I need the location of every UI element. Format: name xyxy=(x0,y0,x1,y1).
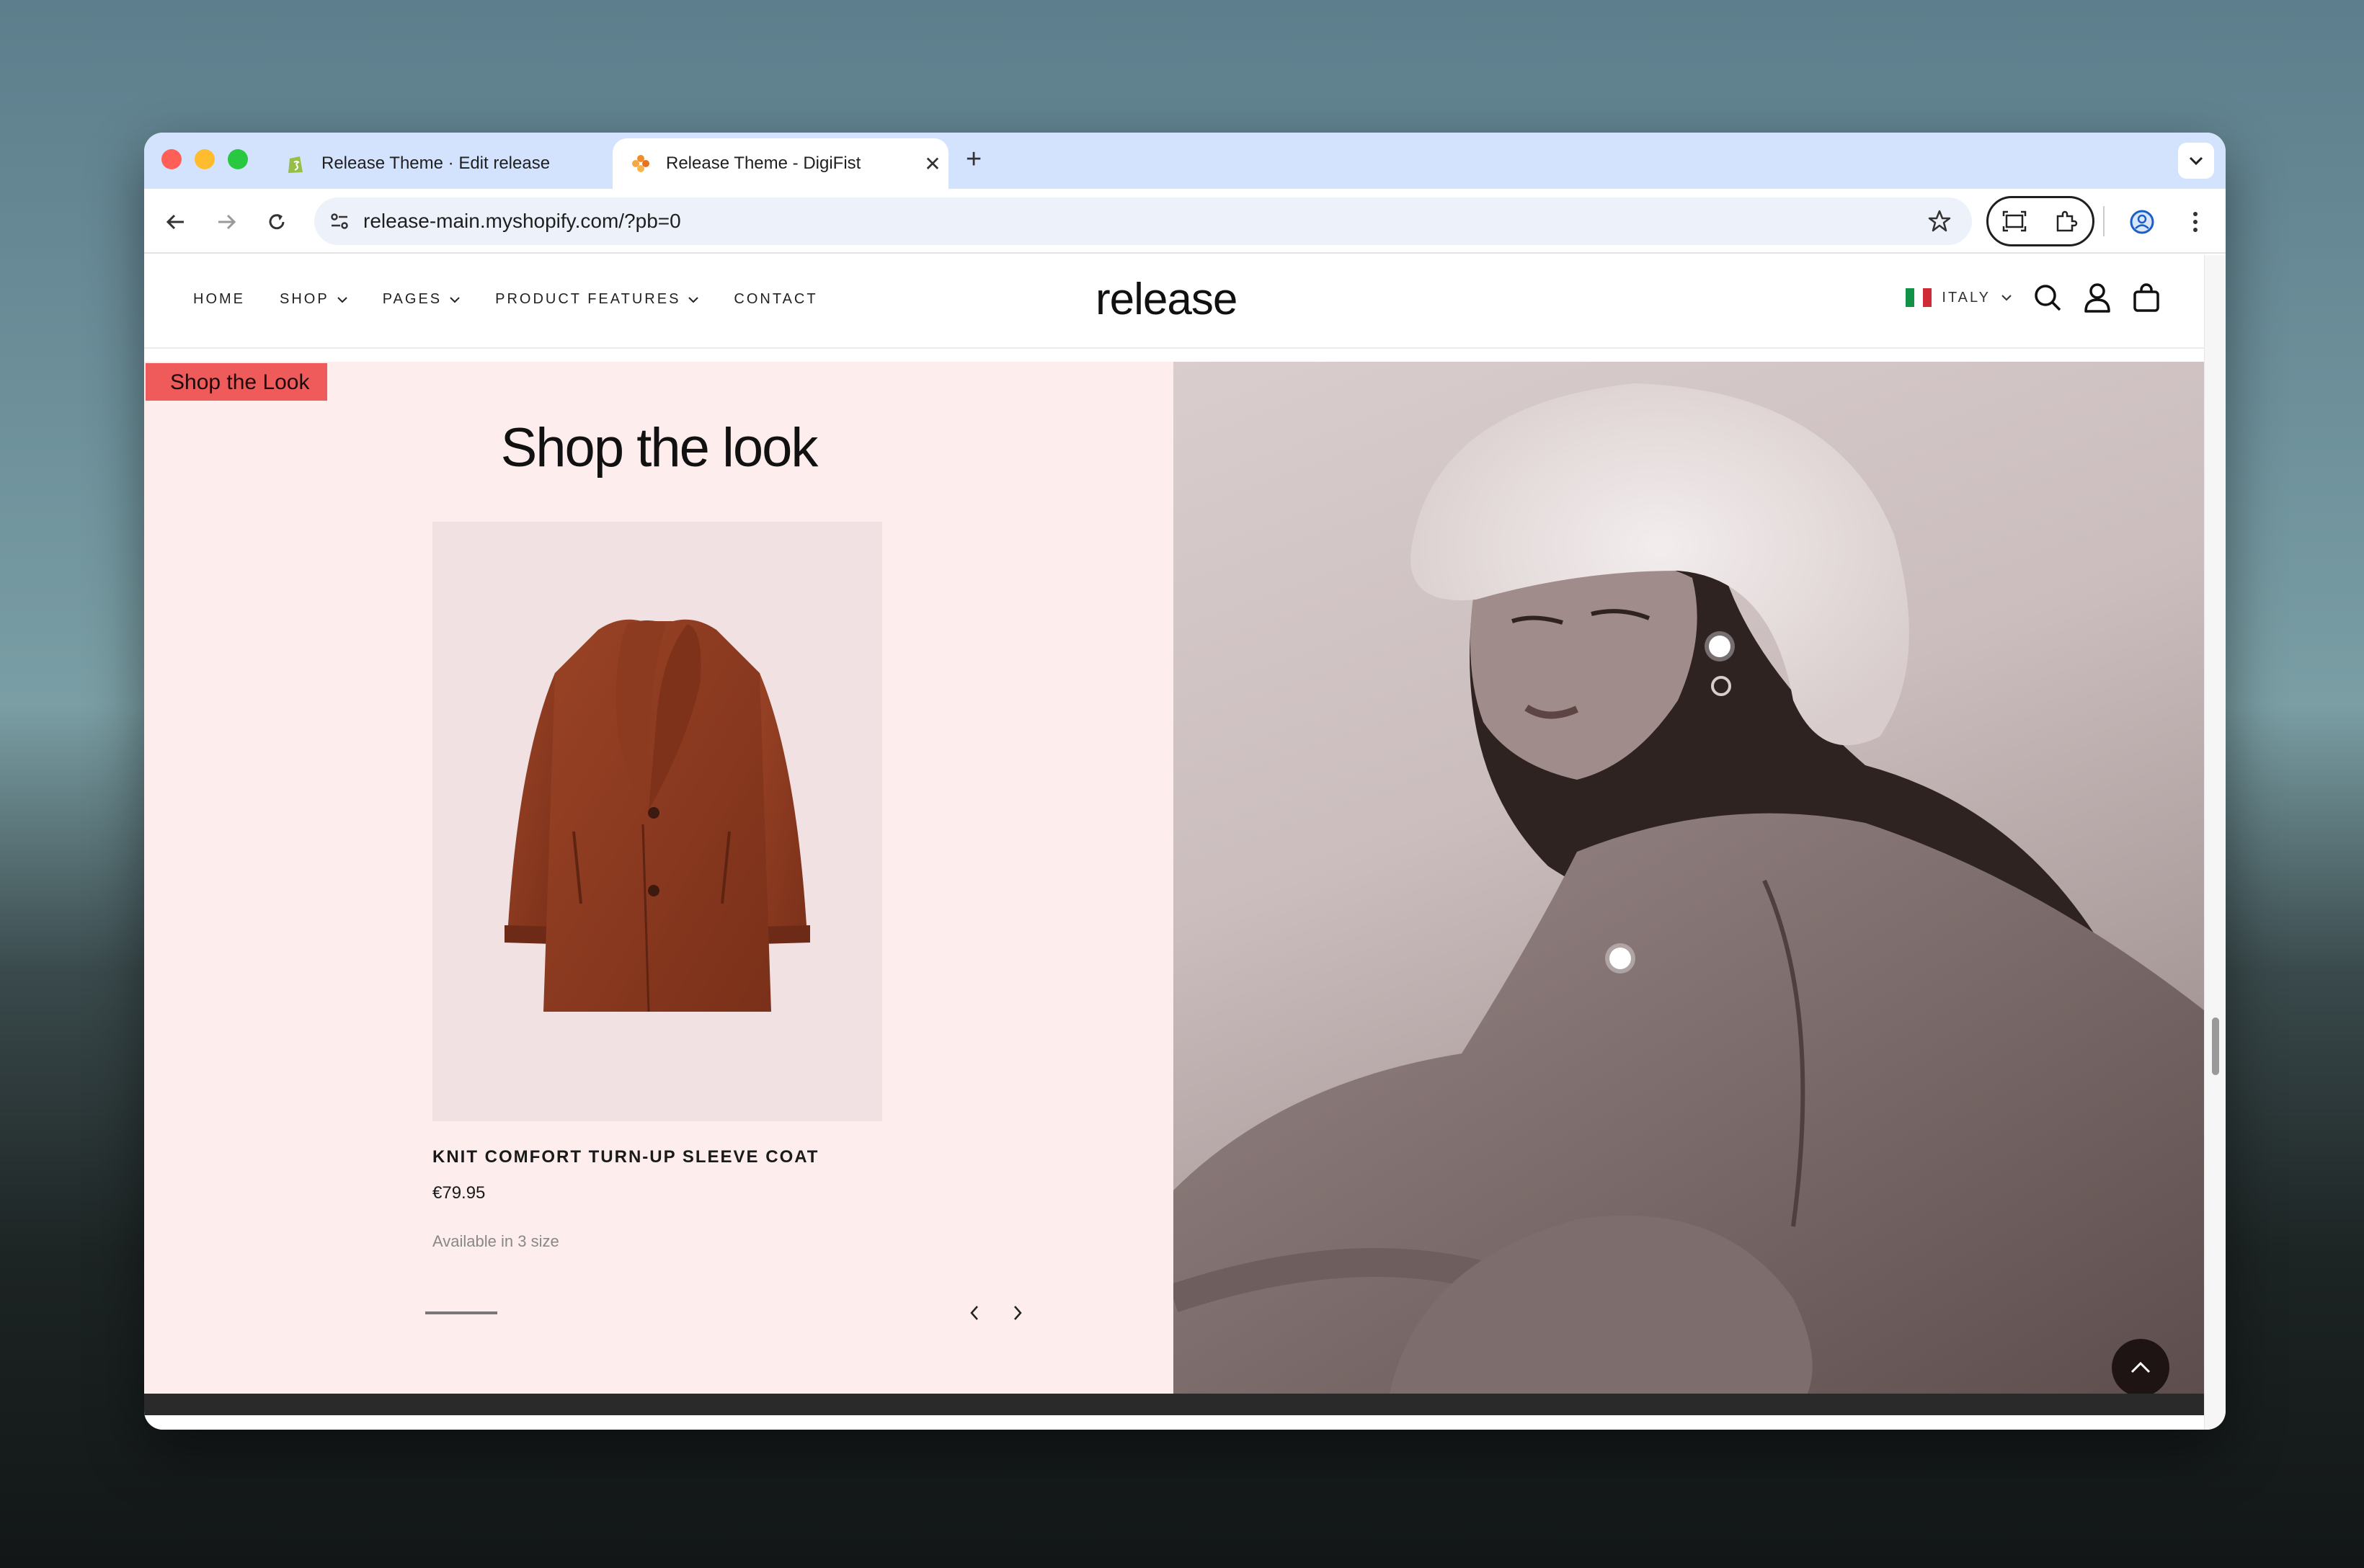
chevron-down-icon xyxy=(337,296,347,303)
lookbook-image xyxy=(1173,362,2204,1394)
country-selector[interactable]: ITALY xyxy=(1906,288,2012,307)
tab-search-button[interactable] xyxy=(2178,143,2214,179)
product-image[interactable] xyxy=(432,522,882,1121)
profile-button[interactable] xyxy=(2126,206,2158,238)
screen-capture-icon[interactable] xyxy=(2002,210,2027,232)
back-to-top-button[interactable] xyxy=(2112,1339,2169,1396)
shop-the-look-section: Shop the look KNIT COMFORT TURN-UP SLEEV… xyxy=(144,362,2204,1394)
model-photo xyxy=(1173,383,2204,1394)
reload-icon xyxy=(269,214,285,230)
scrollbar-thumb[interactable] xyxy=(2212,1017,2219,1075)
chevron-down-icon xyxy=(2001,295,2012,301)
coat-image xyxy=(505,619,810,1012)
carousel-next-button[interactable] xyxy=(1003,1298,1032,1327)
carousel-progress xyxy=(425,1311,497,1314)
nav-pages[interactable]: PAGES xyxy=(383,291,461,308)
digifist-icon xyxy=(630,153,652,174)
chevron-up-icon xyxy=(2130,1361,2151,1373)
chevron-down-icon xyxy=(450,296,460,303)
nav-label: CONTACT xyxy=(734,291,818,307)
shopify-icon xyxy=(285,153,307,174)
product-availability: Available in 3 size xyxy=(432,1232,559,1250)
back-button[interactable] xyxy=(160,206,192,238)
page-viewport: HOME SHOP PAGES PRODUCT FEATURES CONTACT… xyxy=(144,255,2204,1430)
site-info-icon[interactable] xyxy=(329,210,350,232)
tab-strip: Release Theme · Edit release ✕ Release T… xyxy=(144,133,2226,189)
arrow-left-icon xyxy=(166,214,184,230)
account-icon[interactable] xyxy=(2083,282,2112,313)
main-nav: HOME SHOP PAGES PRODUCT FEATURES CONTACT xyxy=(193,291,818,308)
nav-shop[interactable]: SHOP xyxy=(280,291,348,308)
extension-group xyxy=(1986,196,2094,246)
product-price: €79.95 xyxy=(432,1183,486,1203)
profile-avatar-icon xyxy=(2130,210,2154,234)
nav-home[interactable]: HOME xyxy=(193,291,245,308)
product-hotspot[interactable] xyxy=(1709,636,1730,657)
nav-label: PRODUCT FEATURES xyxy=(495,291,681,307)
nav-label: PAGES xyxy=(382,291,443,307)
nav-contact[interactable]: CONTACT xyxy=(734,291,817,308)
header-actions: ITALY xyxy=(1906,282,2161,313)
arrow-right-icon xyxy=(218,214,236,230)
chevron-down-icon xyxy=(2189,156,2203,166)
extensions-puzzle-icon[interactable] xyxy=(2054,209,2079,233)
nav-label: SHOP xyxy=(280,291,329,307)
nav-label: HOME xyxy=(193,291,245,307)
bookmark-star-icon[interactable] xyxy=(1927,209,1952,233)
chevron-left-icon xyxy=(970,1306,978,1320)
product-name[interactable]: KNIT COMFORT TURN-UP SLEEVE COAT xyxy=(432,1147,882,1167)
site-header: HOME SHOP PAGES PRODUCT FEATURES CONTACT… xyxy=(144,255,2204,349)
address-bar[interactable]: release-main.myshopify.com/?pb=0 xyxy=(314,197,1972,245)
new-tab-button[interactable]: + xyxy=(966,144,982,175)
product-card[interactable]: KNIT COMFORT TURN-UP SLEEVE COAT €79.95 … xyxy=(432,522,882,1251)
chevron-down-icon xyxy=(688,296,699,303)
nav-product-features[interactable]: PRODUCT FEATURES xyxy=(495,291,699,308)
product-hotspot[interactable] xyxy=(1609,948,1631,969)
tab-title: Release Theme - DigiFist xyxy=(666,153,861,173)
shop-the-look-left-panel: Shop the look KNIT COMFORT TURN-UP SLEEV… xyxy=(144,362,1173,1394)
page-scrollbar[interactable] xyxy=(2204,255,2226,1430)
minimize-window-button[interactable] xyxy=(195,149,215,169)
section-editor-badge[interactable]: Shop the Look xyxy=(146,363,327,401)
cart-bag-icon[interactable] xyxy=(2132,282,2161,313)
tab-release-digifist[interactable]: Release Theme - DigiFist ✕ xyxy=(613,138,948,189)
browser-toolbar: release-main.myshopify.com/?pb=0 xyxy=(144,189,2226,254)
site-logo[interactable]: release xyxy=(1096,274,1237,325)
close-tab-icon[interactable]: ✕ xyxy=(917,152,948,176)
country-label: ITALY xyxy=(1942,289,1991,306)
carousel-prev-button[interactable] xyxy=(960,1298,989,1327)
section-title: Shop the look xyxy=(500,417,819,478)
browser-menu-button[interactable] xyxy=(2179,206,2211,238)
chevron-right-icon xyxy=(1014,1306,1022,1320)
url-text: release-main.myshopify.com/?pb=0 xyxy=(363,210,681,232)
close-window-button[interactable] xyxy=(161,149,182,169)
more-vertical-icon xyxy=(2193,212,2198,232)
maximize-window-button[interactable] xyxy=(228,149,248,169)
browser-window: Release Theme · Edit release ✕ Release T… xyxy=(144,133,2226,1430)
footer-edge xyxy=(144,1394,2204,1415)
toolbar-divider xyxy=(2103,206,2105,236)
forward-button[interactable] xyxy=(210,206,242,238)
search-icon[interactable] xyxy=(2032,282,2063,313)
reload-button[interactable] xyxy=(261,206,293,238)
italy-flag-icon xyxy=(1906,288,1932,307)
